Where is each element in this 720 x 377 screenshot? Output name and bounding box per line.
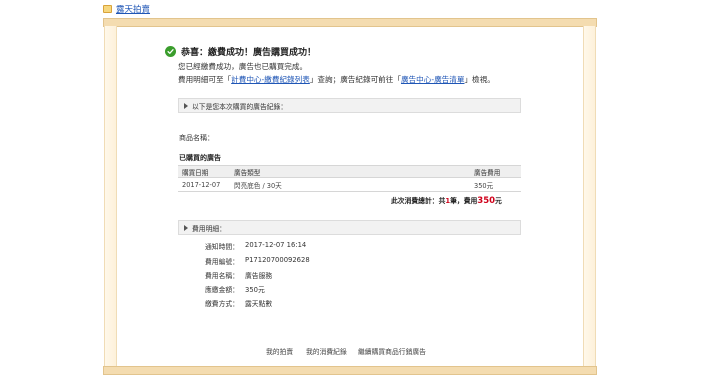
purchased-ads-table: 購買日期 廣告類型 廣告費用 2017-12-07 閃亮底色 / 30天 350… [178, 165, 521, 192]
detail-fee-number: 費用編號： P17120700092628 [205, 256, 310, 266]
detail-value: 2017-12-07 16:14 [245, 241, 307, 249]
column-cost: 廣告費用 [474, 168, 501, 177]
purchase-section-title: 以下是您本次購買的廣告紀錄： [192, 102, 288, 111]
detail-label: 費用編號： [205, 258, 239, 266]
line2-suffix: 」檢視。 [464, 75, 495, 84]
row-cost: 350元 [474, 181, 494, 190]
expand-triangle-icon [184, 224, 188, 231]
ad-list-link[interactable]: 廣告中心-廣告清單 [401, 75, 465, 84]
purchase-records-section[interactable]: 以下是您本次購買的廣告紀錄： [178, 98, 521, 113]
my-consumption-records-link[interactable]: 我的消費紀錄 [306, 346, 347, 356]
continue-buying-ads-link[interactable]: 繼續購買商品行銷廣告 [358, 346, 426, 356]
success-heading: 恭喜：繳費成功！廣告購買成功！ [165, 45, 316, 58]
total-prefix: 此次消費總計：共 [391, 197, 446, 205]
detail-label: 應繳金額： [205, 286, 239, 294]
column-type: 廣告類型 [234, 168, 261, 177]
success-title: 恭喜：繳費成功！廣告購買成功！ [181, 48, 317, 58]
success-message: 您已經繳費成功，廣告也已購買完成。 [178, 62, 308, 71]
total-mid: 筆，費用 [450, 197, 478, 205]
detail-label: 費用名稱： [205, 272, 239, 280]
purchased-ads-heading: 已購買的廣告 [179, 154, 221, 162]
detail-payment-method: 繳費方式： 露天點數 [205, 298, 272, 308]
detail-label: 繳費方式： [205, 300, 239, 308]
success-check-icon [165, 46, 176, 57]
total-suffix: 元 [495, 197, 502, 205]
detail-value: 廣告服務 [245, 272, 273, 280]
main-content: 恭喜：繳費成功！廣告購買成功！ 您已經繳費成功，廣告也已購買完成。 費用明細可至… [0, 0, 720, 377]
row-type: 閃亮底色 / 30天 [234, 181, 282, 190]
table-header: 購買日期 廣告類型 廣告費用 [178, 165, 521, 178]
table-row: 2017-12-07 閃亮底色 / 30天 350元 [178, 178, 521, 192]
row-date: 2017-12-07 [182, 180, 221, 189]
expand-triangle-icon [184, 102, 188, 109]
fee-section-title: 費用明細： [192, 224, 226, 233]
purchase-total: 此次消費總計：共1筆，費用350元 [391, 195, 502, 206]
detail-amount-due: 應繳金額： 350元 [205, 284, 265, 294]
detail-value: 露天點數 [245, 300, 273, 308]
detail-label: 通知時間： [205, 243, 239, 251]
fee-details-section[interactable]: 費用明細： [178, 220, 521, 235]
detail-fee-name: 費用名稱： 廣告服務 [205, 270, 272, 280]
line2-prefix: 費用明細可至「 [178, 75, 232, 84]
my-auction-link[interactable]: 我的拍賣 [266, 346, 293, 356]
detail-value: P17120700092628 [245, 256, 310, 264]
total-amount: 350 [477, 196, 496, 206]
column-date: 購買日期 [182, 168, 209, 177]
product-name-label: 商品名稱： [179, 134, 214, 142]
billing-records-link[interactable]: 計費中心-繳費紀錄列表 [231, 75, 310, 84]
line2-mid: 」查詢；廣告紀錄可前往「 [309, 75, 401, 84]
detail-value: 350元 [245, 286, 265, 294]
detail-links-message: 費用明細可至「計費中心-繳費紀錄列表」查詢；廣告紀錄可前往「廣告中心-廣告清單」… [178, 74, 495, 85]
detail-notify-time: 通知時間： 2017-12-07 16:14 [205, 241, 306, 251]
